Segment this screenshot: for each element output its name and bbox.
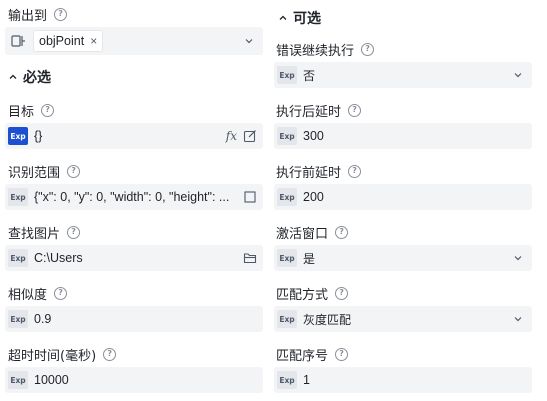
chevron-up-icon — [279, 15, 287, 20]
similarity-value[interactable]: 0.9 — [34, 312, 263, 326]
delay-after-field[interactable]: Exp 300 — [274, 123, 532, 149]
image-value[interactable]: C:\Users — [34, 251, 243, 265]
help-icon[interactable]: ? — [361, 42, 375, 56]
help-icon[interactable]: ? — [348, 103, 362, 117]
folder-icon[interactable] — [243, 251, 257, 265]
variable-tag-label: objPoint — [39, 34, 85, 48]
match-index-label: 匹配序号 — [276, 348, 329, 364]
match-index-label-row: 匹配序号 ? — [276, 345, 349, 364]
exp-toggle[interactable]: Exp — [277, 371, 297, 389]
delay-after-value[interactable]: 300 — [303, 129, 532, 143]
remove-tag-icon[interactable]: × — [90, 34, 97, 48]
help-icon[interactable]: ? — [348, 164, 362, 178]
output-label-row: 输出到 ? — [8, 5, 68, 24]
variable-tag[interactable]: objPoint × — [33, 30, 104, 52]
continue-on-error-label: 错误继续执行 — [276, 43, 355, 59]
exp-toggle[interactable]: Exp — [8, 127, 28, 145]
activate-window-value: 是 — [303, 251, 316, 266]
output-variable-select[interactable]: objPoint × — [5, 27, 263, 55]
match-index-field[interactable]: Exp 1 — [274, 367, 532, 393]
delay-before-value[interactable]: 200 — [303, 190, 532, 204]
exp-toggle[interactable]: Exp — [277, 66, 297, 84]
match-mode-value: 灰度匹配 — [303, 312, 352, 327]
optional-section-header[interactable]: 可选 — [278, 8, 321, 28]
timeout-field[interactable]: Exp 10000 — [5, 367, 263, 393]
target-value[interactable]: {} — [34, 129, 226, 143]
match-mode-select[interactable]: Exp 灰度匹配 — [274, 306, 532, 332]
timeout-label: 超时时间(毫秒) — [8, 348, 97, 364]
exp-toggle[interactable]: Exp — [277, 249, 297, 267]
chevron-up-icon — [9, 74, 17, 79]
chevron-down-icon[interactable] — [513, 314, 523, 324]
help-icon[interactable]: ? — [54, 7, 68, 21]
image-field[interactable]: Exp C:\Users — [5, 245, 263, 271]
similarity-label: 相似度 — [8, 287, 48, 303]
exp-toggle[interactable]: Exp — [277, 310, 297, 328]
help-icon[interactable]: ? — [103, 347, 117, 361]
activate-window-select[interactable]: Exp 是 — [274, 245, 532, 271]
help-icon[interactable]: ? — [335, 347, 349, 361]
image-label-row: 查找图片 ? — [8, 223, 81, 242]
continue-on-error-label-row: 错误继续执行 ? — [276, 40, 375, 59]
delay-after-label: 执行后延时 — [276, 104, 342, 120]
output-label: 输出到 — [8, 8, 48, 24]
help-icon[interactable]: ? — [67, 164, 81, 178]
delay-before-field[interactable]: Exp 200 — [274, 184, 532, 210]
activate-window-label: 激活窗口 — [276, 226, 329, 242]
chevron-down-icon[interactable] — [513, 70, 523, 80]
exp-toggle[interactable]: Exp — [8, 310, 28, 328]
edit-icon[interactable] — [243, 129, 257, 143]
target-field[interactable]: Exp {} fx — [5, 123, 263, 149]
optional-section-title: 可选 — [293, 11, 321, 27]
target-label-row: 目标 ? — [8, 101, 55, 120]
delay-before-label: 执行前延时 — [276, 165, 342, 181]
exp-toggle[interactable]: Exp — [8, 371, 28, 389]
help-icon[interactable]: ? — [41, 103, 55, 117]
activate-window-label-row: 激活窗口 ? — [276, 223, 349, 242]
match-mode-label-row: 匹配方式 ? — [276, 284, 349, 303]
region-field[interactable]: Exp {"x": 0, "y": 0, "width": 0, "height… — [5, 184, 263, 210]
help-icon[interactable]: ? — [335, 225, 349, 239]
image-label: 查找图片 — [8, 226, 61, 242]
exp-toggle[interactable]: Exp — [8, 249, 28, 267]
exp-toggle[interactable]: Exp — [8, 188, 28, 206]
chevron-down-icon[interactable] — [244, 36, 254, 46]
chevron-down-icon[interactable] — [513, 253, 523, 263]
delay-before-label-row: 执行前延时 ? — [276, 162, 362, 181]
timeout-value[interactable]: 10000 — [34, 373, 263, 387]
similarity-field[interactable]: Exp 0.9 — [5, 306, 263, 332]
match-index-value[interactable]: 1 — [303, 373, 532, 387]
help-icon[interactable]: ? — [54, 286, 68, 300]
continue-on-error-value: 否 — [303, 68, 316, 83]
required-section-header[interactable]: 必选 — [8, 67, 51, 87]
region-label: 识别范围 — [8, 165, 61, 181]
variable-icon — [11, 35, 25, 47]
target-label: 目标 — [8, 104, 35, 120]
region-label-row: 识别范围 ? — [8, 162, 81, 181]
match-mode-label: 匹配方式 — [276, 287, 329, 303]
region-value[interactable]: {"x": 0, "y": 0, "width": 0, "height": .… — [34, 190, 243, 204]
exp-toggle[interactable]: Exp — [277, 127, 297, 145]
help-icon[interactable]: ? — [67, 225, 81, 239]
fx-icon[interactable]: fx — [226, 129, 237, 143]
continue-on-error-select[interactable]: Exp 否 — [274, 62, 532, 88]
timeout-label-row: 超时时间(毫秒) ? — [8, 345, 117, 364]
exp-toggle[interactable]: Exp — [277, 188, 297, 206]
select-region-icon[interactable] — [243, 190, 257, 204]
required-section-title: 必选 — [23, 70, 51, 86]
delay-after-label-row: 执行后延时 ? — [276, 101, 362, 120]
similarity-label-row: 相似度 ? — [8, 284, 68, 303]
help-icon[interactable]: ? — [335, 286, 349, 300]
